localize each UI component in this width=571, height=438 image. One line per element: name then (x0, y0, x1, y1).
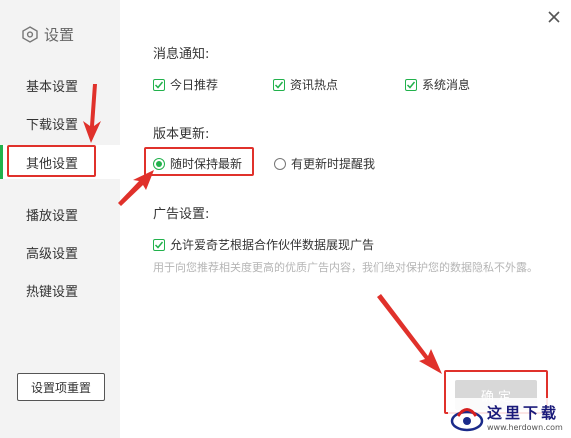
sidebar-item-label: 热键设置 (26, 284, 79, 300)
radio-label: 有更新时提醒我 (291, 157, 376, 171)
checkbox-label: 系统消息 (422, 78, 471, 92)
sidebar-item-playback[interactable]: 播放设置 (0, 197, 120, 231)
reset-settings-button[interactable]: 设置项重置 (17, 373, 105, 401)
sidebar-item-label: 高级设置 (26, 246, 79, 262)
settings-hexagon-icon (22, 26, 38, 43)
checkbox-label: 资讯热点 (290, 78, 339, 92)
radio-unselected-icon (274, 157, 286, 170)
ads-title: 广告设置: (153, 207, 210, 222)
checkbox-checked-icon (273, 78, 285, 91)
version-update-title: 版本更新: (153, 127, 210, 142)
watermark-url: www.herdown.com (487, 423, 563, 432)
checkbox-checked-icon (405, 78, 417, 91)
sidebar-item-label: 播放设置 (26, 208, 79, 224)
checkbox-label: 允许爱奇艺根据合作伙伴数据展现广告 (170, 238, 375, 252)
checkbox-label: 今日推荐 (170, 78, 219, 92)
checkbox-allow-partner-ads[interactable]: 允许爱奇艺根据合作伙伴数据展现广告 (153, 236, 374, 253)
sidebar-title: 设置 (44, 26, 75, 44)
watermark-text: 这里下载 (487, 404, 560, 422)
sidebar-item-label: 基本设置 (26, 79, 79, 95)
checkbox-system-message[interactable]: 系统消息 (405, 76, 470, 93)
sidebar-item-label: 下载设置 (26, 117, 79, 133)
arrow-icon (377, 294, 442, 374)
highlight-box-other-settings (7, 145, 96, 177)
checkbox-checked-icon (153, 78, 165, 91)
checkbox-news-hotspot[interactable]: 资讯热点 (273, 76, 338, 93)
sidebar-item-download[interactable]: 下载设置 (0, 106, 120, 140)
checkbox-daily-recommend[interactable]: 今日推荐 (153, 76, 218, 93)
notifications-title: 消息通知: (153, 47, 210, 62)
ads-hint-text: 用于向您推荐相关度更高的优质广告内容，我们绝对保护您的数据隐私不外露。 (153, 261, 538, 274)
sidebar-header: 设置 (22, 24, 74, 45)
highlight-box-always-latest (144, 147, 254, 176)
sidebar-item-basic[interactable]: 基本设置 (0, 68, 120, 102)
watermark-logo-icon (450, 408, 484, 432)
close-icon[interactable] (545, 8, 563, 26)
sidebar: 设置 基本设置 下载设置 其他设置 播放设置 高级设置 热键设置 设置项重置 (0, 0, 120, 438)
radio-notify-on-update[interactable]: 有更新时提醒我 (274, 155, 375, 172)
sidebar-item-hotkeys[interactable]: 热键设置 (0, 273, 120, 307)
checkbox-checked-icon (153, 238, 165, 251)
sidebar-item-advanced[interactable]: 高级设置 (0, 235, 120, 269)
